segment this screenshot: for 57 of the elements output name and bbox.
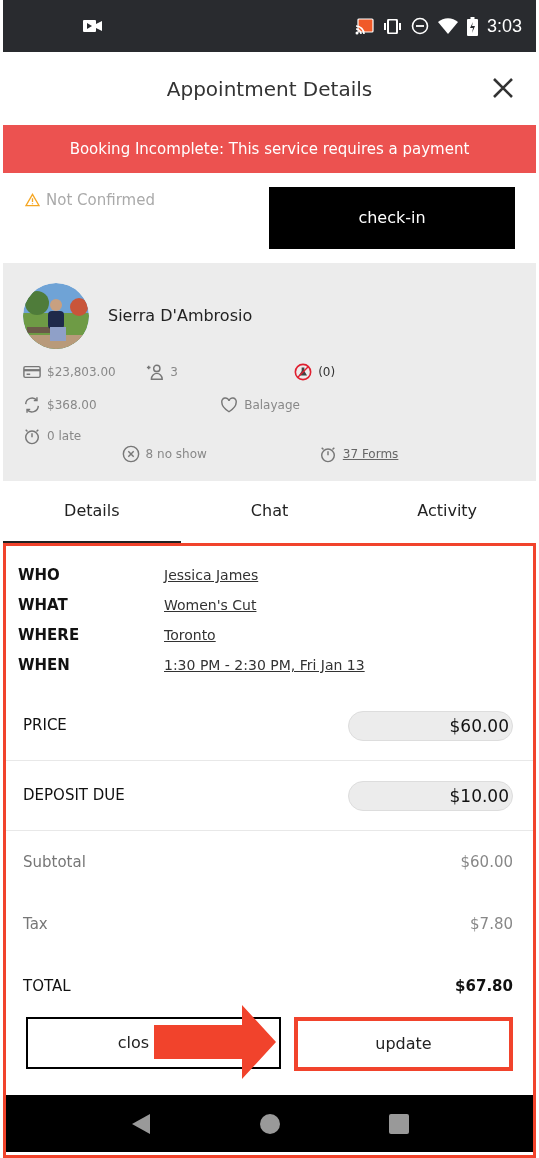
battery-icon — [466, 16, 478, 36]
forms-link[interactable]: 37 Forms — [342, 445, 399, 463]
stat-value: $368.00 — [47, 397, 97, 414]
banner-text: Booking Incomplete: This service requires a payment — [69, 138, 470, 160]
detail-link[interactable]: Women's Cut — [164, 595, 257, 616]
summary-value: $7.80 — [470, 913, 513, 935]
detail-link[interactable]: Toronto — [164, 625, 216, 646]
heart-icon — [220, 396, 239, 414]
recents-icon[interactable] — [388, 1113, 409, 1134]
clock-time: 3:03 — [486, 14, 522, 38]
amount-field[interactable]: $60.00 — [348, 710, 513, 741]
stat-value: 8 no show — [145, 446, 207, 463]
stat-value: 3 — [170, 364, 178, 381]
detail-label: WHERE — [18, 625, 81, 647]
detail-label: WHO — [18, 565, 61, 587]
close-button[interactable] — [491, 76, 515, 100]
confirmation-status: Not Confirmed — [46, 190, 155, 211]
tab[interactable]: Chat — [180, 481, 359, 543]
stat-value: 0 late — [47, 428, 82, 445]
stopwatch-icon — [318, 445, 337, 463]
cast-icon — [354, 17, 374, 35]
flask-prohibited-icon — [294, 363, 313, 381]
summary-value: $60.00 — [460, 851, 513, 873]
detail-link[interactable]: 1:30 PM - 2:30 PM, Fri Jan 13 — [164, 655, 365, 676]
back-icon[interactable] — [130, 1112, 151, 1135]
home-icon[interactable] — [259, 1113, 280, 1134]
refresh-icon — [23, 396, 41, 414]
video-camera-icon — [83, 19, 103, 33]
summary-label: TOTAL — [23, 975, 72, 997]
stat-value: (0) — [318, 364, 336, 381]
stat-value: $23,803.00 — [47, 364, 116, 381]
summary-label: Tax — [23, 913, 49, 935]
warning-icon — [25, 193, 40, 208]
close-action-button[interactable]: clos — [26, 1017, 281, 1069]
add-person-icon — [146, 363, 165, 381]
amount-label: DEPOSIT DUE — [23, 785, 126, 807]
screen-title: Appointment Details — [166, 75, 373, 103]
update-button[interactable]: update — [294, 1017, 513, 1071]
wifi-icon — [437, 18, 458, 34]
vibrate-icon — [382, 18, 402, 34]
tab[interactable]: Activity — [358, 481, 536, 543]
stopwatch-icon — [23, 427, 41, 445]
do-not-disturb-icon — [410, 17, 429, 35]
amount-field[interactable]: $10.00 — [348, 780, 513, 811]
detail-label: WHAT — [18, 595, 69, 617]
summary-label: Subtotal — [23, 851, 87, 873]
stat-value: Balayage — [244, 397, 300, 414]
close-icon — [491, 76, 515, 100]
detail-label: WHEN — [18, 655, 71, 677]
cancel-icon — [121, 445, 140, 463]
client-name: Sierra D'Ambrosio — [108, 305, 253, 327]
credit-card-icon — [23, 363, 41, 381]
amount-label: PRICE — [23, 715, 68, 737]
summary-value: $67.80 — [455, 975, 513, 997]
tab[interactable]: Details — [3, 481, 181, 543]
check-in-button[interactable]: check-in — [269, 187, 515, 249]
detail-link[interactable]: Jessica James — [164, 565, 259, 586]
